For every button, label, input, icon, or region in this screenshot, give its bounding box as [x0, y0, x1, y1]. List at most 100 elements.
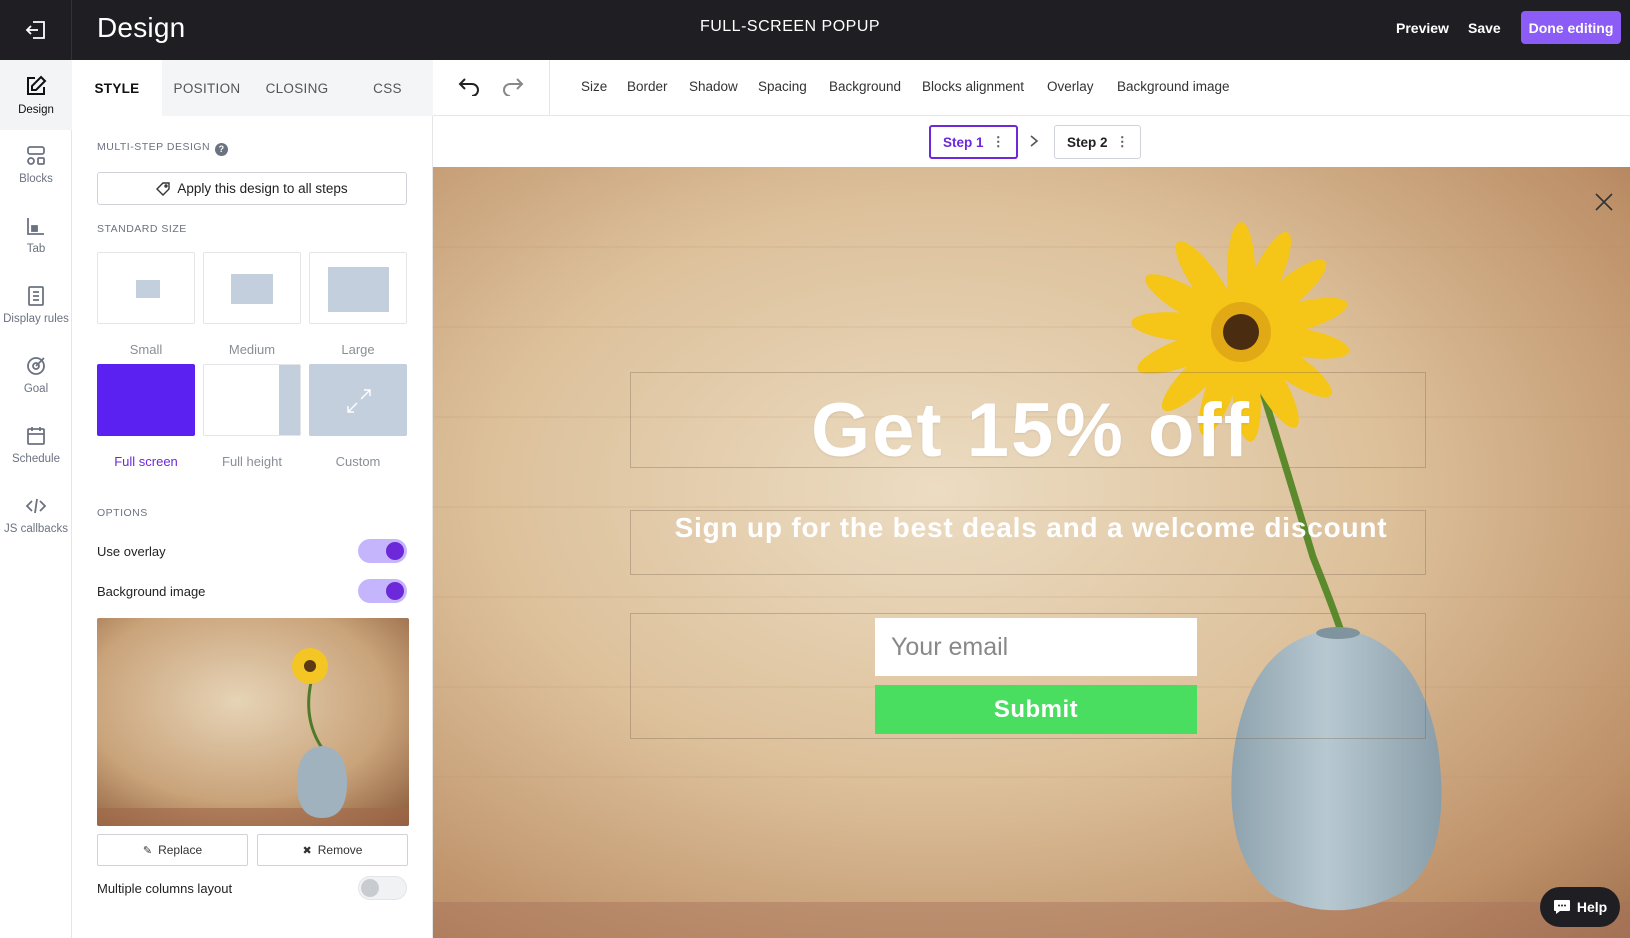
size-label-medium: Medium: [228, 342, 276, 357]
preview-button[interactable]: Preview: [1396, 20, 1449, 36]
left-rail: Design Blocks Tab Display rules Goal Sch…: [0, 60, 72, 938]
size-option-full-height[interactable]: [203, 364, 301, 436]
step-1-label: Step 1: [943, 134, 984, 150]
multi-step-design-label: MULTI-STEP DESIGN?: [97, 141, 229, 156]
size-label-custom: Custom: [335, 454, 381, 469]
rail-label-js-callbacks: JS callbacks: [4, 523, 68, 535]
email-input[interactable]: Your email: [875, 618, 1197, 676]
replace-label: Replace: [158, 843, 203, 857]
settings-panel: STYLE POSITION CLOSING CSS MULTI-STEP DE…: [72, 60, 433, 938]
step-1-tab[interactable]: Step 1 ⋮: [929, 125, 1019, 159]
rail-label-schedule: Schedule: [12, 453, 60, 465]
toolbar-size[interactable]: Size: [581, 79, 607, 94]
target-icon: [27, 357, 45, 375]
panel-tabs: STYLE POSITION CLOSING CSS: [72, 60, 433, 116]
chevron-right-icon: [1030, 135, 1039, 147]
toolbar-overlay[interactable]: Overlay: [1047, 79, 1094, 94]
multiple-columns-label: Multiple columns layout: [97, 880, 233, 896]
tab-icon: [27, 218, 44, 235]
close-popup-icon[interactable]: [1594, 192, 1614, 212]
pencil-square-icon: [27, 75, 47, 95]
remove-image-button[interactable]: ✖ Remove: [257, 834, 408, 866]
undo-icon[interactable]: [457, 76, 481, 96]
resize-arrows-icon: [347, 389, 371, 413]
size-preview-full-height: [279, 365, 300, 435]
size-preview-medium: [231, 274, 273, 304]
use-overlay-row: Use overlay: [97, 538, 407, 564]
save-button[interactable]: Save: [1468, 20, 1501, 36]
more-options-icon[interactable]: ⋮: [992, 134, 1005, 150]
rail-item-tab[interactable]: Tab: [0, 200, 72, 270]
rail-item-blocks[interactable]: Blocks: [0, 130, 72, 200]
help-label: Help: [1576, 899, 1608, 915]
background-image-toggle[interactable]: [358, 579, 407, 603]
rail-item-display-rules[interactable]: Display rules: [0, 270, 72, 340]
standard-size-label: STANDARD SIZE: [97, 223, 187, 235]
help-button[interactable]: Help: [1540, 887, 1620, 927]
rail-item-js-callbacks[interactable]: JS callbacks: [0, 480, 72, 550]
replace-image-button[interactable]: ✎ Replace: [97, 834, 248, 866]
toolbar-background[interactable]: Background: [829, 79, 901, 94]
toolbar-spacing[interactable]: Spacing: [758, 79, 807, 94]
rail-label-display-rules: Display rules: [3, 313, 69, 325]
size-label-full-screen: Full screen: [114, 454, 178, 469]
popup-canvas: Get 15% off Sign up for the best deals a…: [433, 167, 1630, 938]
remove-label: Remove: [317, 843, 363, 857]
rail-label-blocks: Blocks: [19, 173, 53, 185]
redo-icon[interactable]: [501, 76, 525, 96]
toolbar-divider: [549, 60, 550, 116]
apply-design-all-steps-button[interactable]: Apply this design to all steps: [97, 172, 407, 205]
rail-item-goal[interactable]: Goal: [0, 340, 72, 410]
tab-closing[interactable]: CLOSING: [252, 60, 342, 116]
apply-design-label: Apply this design to all steps: [177, 181, 348, 196]
tab-position[interactable]: POSITION: [162, 60, 252, 116]
flower-vase-thumbnail-image: [97, 618, 409, 826]
steps-bar: Step 1 ⋮ Step 2 ⋮: [433, 116, 1630, 167]
close-icon: ✖: [302, 844, 312, 857]
use-overlay-label: Use overlay: [97, 543, 166, 559]
size-label-large: Large: [341, 342, 375, 357]
tag-icon: [156, 181, 171, 196]
multiple-columns-row: Multiple columns layout: [97, 875, 407, 901]
step-2-label: Step 2: [1067, 134, 1108, 150]
toolbar-border[interactable]: Border: [627, 79, 668, 94]
document-icon: [28, 286, 44, 306]
size-option-large[interactable]: [309, 252, 407, 324]
rail-label-tab: Tab: [26, 243, 46, 255]
toolbar-blocks-alignment[interactable]: Blocks alignment: [922, 79, 1024, 94]
multi-step-design-text: MULTI-STEP DESIGN: [97, 141, 211, 153]
top-bar: Design FULL-SCREEN POPUP Preview Save Do…: [0, 0, 1630, 60]
size-option-full-screen[interactable]: [97, 364, 195, 436]
popup-subheadline: Sign up for the best deals and a welcome…: [674, 512, 1388, 543]
toolbar-background-image[interactable]: Background image: [1117, 79, 1230, 94]
use-overlay-toggle[interactable]: [358, 539, 407, 563]
code-icon: [25, 498, 47, 514]
multiple-columns-toggle[interactable]: [358, 876, 407, 900]
size-label-full-height: Full height: [222, 454, 282, 469]
size-preview-small: [136, 280, 160, 298]
submit-button[interactable]: Submit: [875, 685, 1197, 734]
blocks-icon: [27, 146, 45, 165]
step-2-tab[interactable]: Step 2 ⋮: [1054, 125, 1142, 159]
popup-type-label: FULL-SCREEN POPUP: [699, 18, 881, 35]
size-option-custom[interactable]: [309, 364, 407, 436]
done-editing-button[interactable]: Done editing: [1521, 11, 1621, 44]
rail-item-schedule[interactable]: Schedule: [0, 410, 72, 480]
size-label-small: Small: [129, 342, 163, 357]
tab-style[interactable]: STYLE: [72, 60, 162, 116]
more-options-icon[interactable]: ⋮: [1116, 134, 1129, 150]
help-circle-icon[interactable]: ?: [215, 143, 229, 156]
tab-css[interactable]: CSS: [342, 60, 433, 116]
editor-toolbar: Size Border Shadow Spacing Background Bl…: [433, 60, 1630, 116]
toolbar-shadow[interactable]: Shadow: [689, 79, 738, 94]
size-option-small[interactable]: [97, 252, 195, 324]
size-preview-large: [328, 267, 389, 312]
background-image-label: Background image: [97, 583, 206, 599]
rail-label-goal: Goal: [23, 383, 49, 395]
calendar-icon: [27, 427, 45, 445]
rail-item-design[interactable]: Design: [0, 60, 72, 130]
chat-bubble-icon: [1553, 900, 1570, 914]
size-option-medium[interactable]: [203, 252, 301, 324]
pencil-icon: ✎: [142, 844, 153, 857]
options-label: OPTIONS: [97, 507, 148, 519]
